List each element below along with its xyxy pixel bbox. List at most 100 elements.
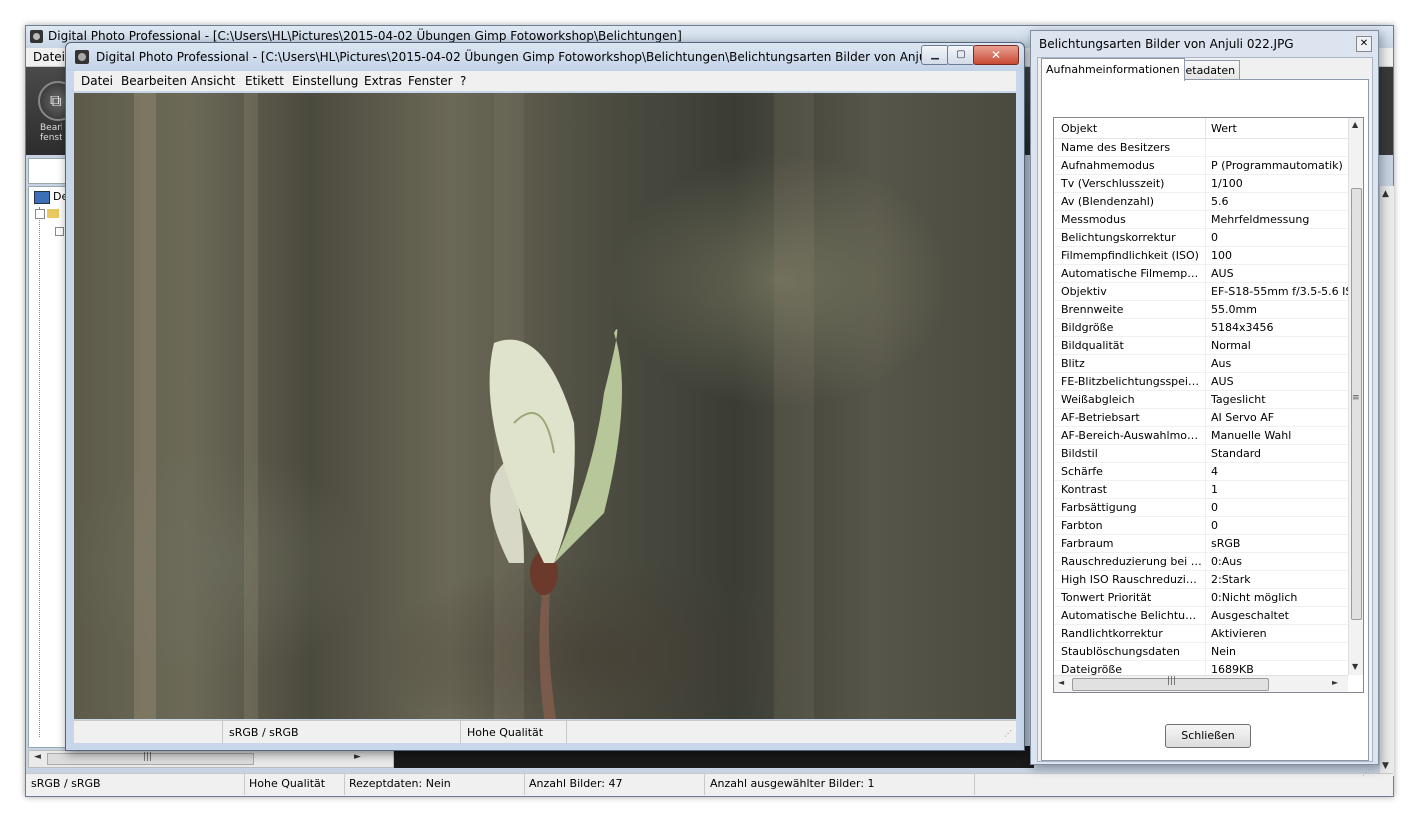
- scroll-down-arrow-icon[interactable]: ▼: [1382, 761, 1389, 771]
- table-row[interactable]: Farbton 0: [1054, 517, 1348, 535]
- scroll-right-arrow-icon[interactable]: ►: [1332, 678, 1338, 687]
- row-wert: 0:Aus: [1211, 555, 1242, 568]
- list-header: Objekt Wert: [1054, 118, 1348, 139]
- row-wert: Nein: [1211, 645, 1237, 658]
- viewer-titlebar[interactable]: Digital Photo Professional - [C:\Users\H…: [66, 43, 1024, 71]
- menu-etikett[interactable]: Etikett: [245, 74, 284, 88]
- column-divider[interactable]: [1205, 118, 1206, 138]
- table-row[interactable]: Farbsättigung 0: [1054, 499, 1348, 517]
- list-vertical-scrollbar[interactable]: ▲ ≡ ▼: [1348, 118, 1363, 675]
- status-divider: [566, 721, 567, 743]
- table-row[interactable]: Tv (Verschlusszeit) 1/100: [1054, 175, 1348, 193]
- folder-icon: [47, 209, 59, 218]
- table-row[interactable]: Kontrast 1: [1054, 481, 1348, 499]
- table-row[interactable]: Automatische Filmempfindli... AUS: [1054, 265, 1348, 283]
- column-header-wert[interactable]: Wert: [1211, 122, 1237, 135]
- table-row[interactable]: Farbraum sRGB: [1054, 535, 1348, 553]
- scroll-up-arrow-icon[interactable]: ▲: [1382, 189, 1389, 199]
- row-objekt: Brennweite: [1061, 303, 1124, 316]
- table-row[interactable]: Aufnahmemodus P (Programmautomatik): [1054, 157, 1348, 175]
- table-row[interactable]: High ISO Rauschreduzierung 2:Stark: [1054, 571, 1348, 589]
- menu-fenster[interactable]: Fenster: [408, 74, 453, 88]
- row-wert: 0: [1211, 231, 1218, 244]
- minimize-button[interactable]: ▁: [921, 45, 949, 65]
- scroll-left-arrow-icon[interactable]: ◄: [34, 752, 41, 762]
- info-list[interactable]: Objekt Wert Name des Besitzers Aufnahmemo…: [1053, 117, 1364, 693]
- list-horizontal-scrollbar[interactable]: ◄ ||| ►: [1054, 675, 1348, 692]
- schliessen-button[interactable]: Schließen: [1165, 724, 1251, 748]
- table-row[interactable]: Rauschreduzierung bei Lan... 0:Aus: [1054, 553, 1348, 571]
- status-divider: [460, 721, 461, 743]
- scrollbar-thumb[interactable]: |||: [1072, 676, 1269, 691]
- table-row[interactable]: Objektiv EF-S18-55mm f/3.5-5.6 IS I: [1054, 283, 1348, 301]
- table-row[interactable]: Schärfe 4: [1054, 463, 1348, 481]
- table-row[interactable]: Randlichtkorrektur Aktivieren: [1054, 625, 1348, 643]
- table-row[interactable]: Staublöschungsdaten Nein: [1054, 643, 1348, 661]
- column-header-objekt[interactable]: Objekt: [1061, 122, 1097, 135]
- column-divider: [1205, 283, 1206, 300]
- scroll-down-arrow-icon[interactable]: ▼: [1352, 662, 1358, 671]
- row-objekt: Bildqualität: [1061, 339, 1124, 352]
- table-row[interactable]: Brennweite 55.0mm: [1054, 301, 1348, 319]
- row-wert: Aus: [1211, 357, 1232, 370]
- menu-einstellung[interactable]: Einstellung: [292, 74, 358, 88]
- photo-preview[interactable]: [74, 93, 1016, 719]
- table-row[interactable]: Automatische Belichtungso... Ausgeschalte…: [1054, 607, 1348, 625]
- image-viewer-window: Digital Photo Professional - [C:\Users\H…: [65, 42, 1025, 751]
- close-window-button[interactable]: ✕: [973, 45, 1019, 65]
- table-row[interactable]: Av (Blendenzahl) 5.6: [1054, 193, 1348, 211]
- dialog-body: Aufnahmeinformationen Metadaten Objekt W…: [1037, 57, 1373, 777]
- menu-ansicht[interactable]: Ansicht: [191, 74, 235, 88]
- column-divider: [1205, 499, 1206, 516]
- row-wert: 1/100: [1211, 177, 1243, 190]
- row-objekt: Blitz: [1061, 357, 1085, 370]
- status-color-space: sRGB / sRGB: [31, 777, 101, 790]
- viewer-menubar: Datei Bearbeiten Ansicht Etikett Einstel…: [74, 71, 1016, 91]
- dialog-title: Belichtungsarten Bilder von Anjuli 022.J…: [1039, 37, 1294, 51]
- camera-app-icon: [30, 30, 43, 43]
- scroll-left-arrow-icon[interactable]: ◄: [1058, 678, 1064, 687]
- table-row[interactable]: Tonwert Priorität 0:Nicht möglich: [1054, 589, 1348, 607]
- menu-datei[interactable]: Datei: [81, 74, 113, 88]
- table-row[interactable]: Bildgröße 5184x3456: [1054, 319, 1348, 337]
- maximize-button[interactable]: ▢: [947, 45, 975, 65]
- table-row[interactable]: Bildstil Standard: [1054, 445, 1348, 463]
- table-row[interactable]: Blitz Aus: [1054, 355, 1348, 373]
- row-objekt: Belichtungskorrektur: [1061, 231, 1176, 244]
- row-wert: 55.0mm: [1211, 303, 1257, 316]
- menu-datei[interactable]: Datei: [33, 50, 65, 64]
- table-row[interactable]: Messmodus Mehrfeldmessung: [1054, 211, 1348, 229]
- resize-grip-icon[interactable]: ⋰: [1362, 768, 1370, 777]
- menu-help[interactable]: ?: [460, 74, 466, 88]
- table-row[interactable]: Name des Besitzers: [1054, 139, 1348, 157]
- row-wert: Aktivieren: [1211, 627, 1267, 640]
- main-vertical-scrollbar[interactable]: ▲ ▼: [1379, 186, 1394, 776]
- resize-grip-icon[interactable]: ⋰: [1004, 729, 1012, 738]
- dialog-close-button[interactable]: ✕: [1356, 36, 1372, 52]
- row-objekt: Filmempfindlichkeit (ISO): [1061, 249, 1199, 262]
- tab-aufnahmeinformationen[interactable]: Aufnahmeinformationen: [1041, 58, 1185, 81]
- tree-expand-toggle[interactable]: [55, 227, 64, 236]
- table-row[interactable]: FE-Blitzbelichtungsspeicher... AUS: [1054, 373, 1348, 391]
- table-row[interactable]: Bildqualität Normal: [1054, 337, 1348, 355]
- tree-horizontal-scrollbar[interactable]: ◄ ||| ►: [28, 750, 394, 768]
- table-row[interactable]: AF-Betriebsart AI Servo AF: [1054, 409, 1348, 427]
- scroll-right-arrow-icon[interactable]: ►: [354, 752, 361, 762]
- column-divider: [1205, 409, 1206, 426]
- row-objekt: Weißabgleich: [1061, 393, 1135, 406]
- table-row[interactable]: AF-Bereich-Auswahlmodus Manuelle Wahl: [1054, 427, 1348, 445]
- scrollbar-thumb[interactable]: |||: [47, 752, 254, 765]
- menu-extras[interactable]: Extras: [364, 74, 402, 88]
- row-objekt: Farbton: [1061, 519, 1103, 532]
- grip-icon: |||: [1167, 676, 1177, 686]
- table-row[interactable]: Belichtungskorrektur 0: [1054, 229, 1348, 247]
- table-row[interactable]: Filmempfindlichkeit (ISO) 100: [1054, 247, 1348, 265]
- row-wert: Manuelle Wahl: [1211, 429, 1292, 442]
- menu-bearbeiten[interactable]: Bearbeiten: [121, 74, 187, 88]
- scrollbar-thumb[interactable]: ≡: [1351, 188, 1362, 620]
- tree-expand-toggle[interactable]: [35, 209, 45, 219]
- row-wert: AI Servo AF: [1211, 411, 1275, 424]
- tree-connector: [39, 207, 41, 737]
- table-row[interactable]: Weißabgleich Tageslicht: [1054, 391, 1348, 409]
- scroll-up-arrow-icon[interactable]: ▲: [1352, 120, 1358, 129]
